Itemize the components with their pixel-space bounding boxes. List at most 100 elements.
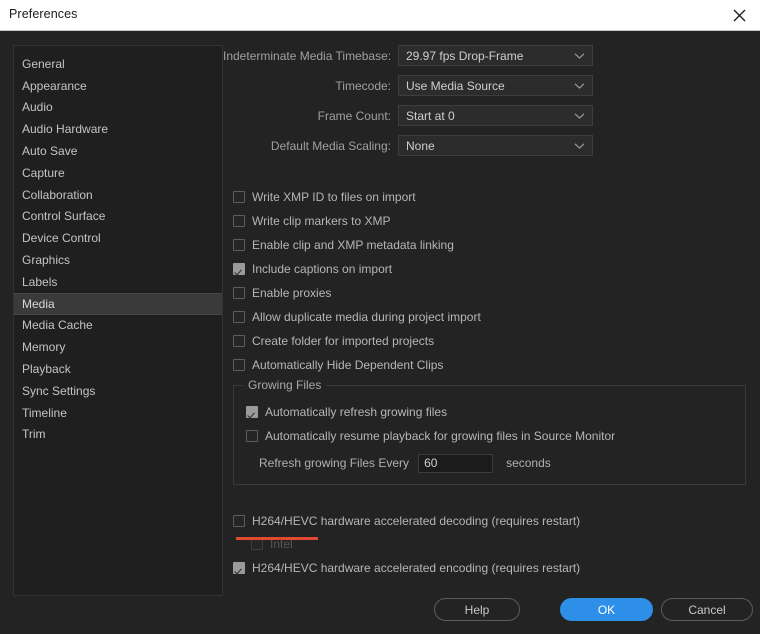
checkbox-enable-proxies[interactable] — [233, 287, 245, 299]
sidebar-item-label: Collaboration — [22, 187, 93, 202]
sidebar-item-label: Sync Settings — [22, 383, 96, 398]
checkbox-row-write-xmp-id-to-files-on-import[interactable]: Write XMP ID to files on import — [233, 188, 416, 206]
sidebar-item-audio-hardware[interactable]: Audio Hardware — [14, 118, 222, 140]
checkbox-label: Automatically Hide Dependent Clips — [252, 358, 444, 372]
checkbox-h264-hevc-hardware-accelerated-decoding-requires-res[interactable] — [233, 515, 245, 527]
checkbox-row-automatically-refresh-growing-files[interactable]: Automatically refresh growing files — [246, 403, 447, 421]
preferences-dialog-body: General Appearance Audio Audio Hardware Auto… — [0, 31, 760, 634]
sidebar-item-label: Audio — [22, 100, 53, 115]
checkbox-label: Enable clip and XMP metadata linking — [252, 238, 454, 252]
dropdown-value: 29.97 fps Drop-Frame — [406, 48, 524, 63]
field-row-default-media-scaling: Default Media Scaling: None — [223, 135, 593, 156]
sidebar-item-label: Memory — [22, 340, 66, 355]
help-button[interactable]: Help — [434, 598, 520, 621]
cancel-button[interactable]: Cancel — [661, 598, 753, 621]
checkbox-label: Automatically refresh growing files — [265, 405, 448, 419]
sidebar-item-label: Graphics — [22, 253, 71, 268]
checkbox-label: Enable proxies — [252, 286, 332, 300]
sidebar-item-capture[interactable]: Capture — [14, 162, 222, 184]
checkbox-label: Allow duplicate media during project imp… — [252, 310, 481, 324]
refresh-interval-input[interactable] — [418, 453, 494, 473]
sidebar-item-control-surface[interactable]: Control Surface — [14, 206, 222, 228]
dialog-footer: Help OK Cancel — [0, 598, 760, 634]
checkbox-label: Write XMP ID to files on import — [252, 190, 416, 204]
checkbox-row-include-captions-on-import[interactable]: Include captions on import — [233, 260, 392, 278]
checkbox-h264-hevc-hardware-accelerated-encoding-requires-res[interactable] — [233, 562, 245, 574]
dropdown-timecode[interactable]: Use Media Source — [398, 75, 593, 96]
checkbox-include-captions-on-import[interactable] — [233, 263, 245, 275]
checkbox-label: Include captions on import — [252, 262, 393, 276]
sidebar-item-label: Control Surface — [22, 209, 106, 224]
field-row-timecode: Timecode: Use Media Source — [223, 75, 593, 96]
checkbox-enable-clip-and-xmp-metadata-linking[interactable] — [233, 239, 245, 251]
sidebar-item-audio[interactable]: Audio — [14, 97, 222, 119]
chevron-down-icon — [574, 142, 585, 149]
checkbox-row-allow-duplicate-media-during-project-import[interactable]: Allow duplicate media during project imp… — [233, 308, 481, 326]
sidebar-item-auto-save[interactable]: Auto Save — [14, 140, 222, 162]
sidebar-item-playback[interactable]: Playback — [14, 358, 222, 380]
preferences-category-list[interactable]: General Appearance Audio Audio Hardware Auto… — [13, 45, 223, 596]
sidebar-item-collaboration[interactable]: Collaboration — [14, 184, 222, 206]
sidebar-item-timeline[interactable]: Timeline — [14, 402, 222, 424]
field-row-indeterminate-media-timebase: Indeterminate Media Timebase: 29.97 fps D… — [223, 45, 593, 66]
checkbox-label: Automatically resume playback for growin… — [265, 429, 616, 443]
sidebar-item-label: Trim — [22, 427, 46, 442]
dropdown-value: Use Media Source — [406, 78, 505, 93]
checkbox-row-create-folder-for-imported-projects[interactable]: Create folder for imported projects — [233, 332, 434, 350]
sidebar-item-sync-settings[interactable]: Sync Settings — [14, 380, 222, 402]
checkbox-create-folder-for-imported-projects[interactable] — [233, 335, 245, 347]
checkbox-label: H264/HEVC hardware accelerated decoding … — [252, 514, 581, 528]
field-label: Indeterminate Media Timebase: — [223, 48, 392, 63]
dropdown-value: Start at 0 — [406, 108, 455, 123]
ok-button[interactable]: OK — [560, 598, 653, 621]
checkbox-row-automatically-resume-playback-for-growing-files-in-s[interactable]: Automatically resume playback for growin… — [246, 427, 615, 445]
close-icon[interactable] — [718, 0, 760, 30]
sidebar-item-label: Appearance — [22, 78, 87, 93]
checkbox-row-h264-hevc-hardware-accelerated-decoding-requires-res[interactable]: H264/HEVC hardware accelerated decoding … — [233, 512, 580, 530]
refresh-interval-row: Refresh growing Files Every seconds — [259, 453, 551, 473]
sidebar-item-trim[interactable]: Trim — [14, 424, 222, 446]
dropdown-default-media-scaling[interactable]: None — [398, 135, 593, 156]
sidebar-item-appearance[interactable]: Appearance — [14, 75, 222, 97]
sidebar-item-memory[interactable]: Memory — [14, 336, 222, 358]
checkbox-row-write-clip-markers-to-xmp[interactable]: Write clip markers to XMP — [233, 212, 390, 230]
field-label: Default Media Scaling: — [270, 138, 391, 153]
sidebar-item-labels[interactable]: Labels — [14, 271, 222, 293]
chevron-down-icon — [574, 82, 585, 89]
sidebar-item-general[interactable]: General — [14, 53, 222, 75]
checkbox-label: H264/HEVC hardware accelerated encoding … — [252, 561, 581, 575]
dropdown-value: None — [406, 138, 435, 153]
checkbox-row-enable-proxies[interactable]: Enable proxies — [233, 284, 331, 302]
checkbox-automatically-refresh-growing-files[interactable] — [246, 406, 258, 418]
growing-files-group: Growing Files Automatically refresh grow… — [233, 378, 746, 485]
checkbox-write-xmp-id-to-files-on-import[interactable] — [233, 191, 245, 203]
window-titlebar: Preferences — [0, 0, 760, 31]
sidebar-item-label: Media — [22, 296, 55, 311]
sidebar-item-media-cache[interactable]: Media Cache — [14, 315, 222, 337]
growing-files-legend: Growing Files — [243, 378, 327, 392]
field-row-frame-count: Frame Count: Start at 0 — [223, 105, 593, 126]
checkbox-row-enable-clip-and-xmp-metadata-linking[interactable]: Enable clip and XMP metadata linking — [233, 236, 454, 254]
page-title: Preferences — [9, 7, 78, 21]
refresh-interval-label: Refresh growing Files Every — [259, 456, 410, 470]
sidebar-item-label: Auto Save — [22, 144, 78, 159]
sidebar-item-label: Playback — [22, 362, 71, 377]
sidebar-item-graphics[interactable]: Graphics — [14, 249, 222, 271]
sidebar-item-device-control[interactable]: Device Control — [14, 227, 222, 249]
sidebar-item-label: Capture — [22, 165, 65, 180]
sidebar-item-media[interactable]: Media — [14, 292, 222, 315]
dropdown-frame-count[interactable]: Start at 0 — [398, 105, 593, 126]
checkbox-row-automatically-hide-dependent-clips[interactable]: Automatically Hide Dependent Clips — [233, 356, 443, 374]
checkbox-automatically-resume-playback-for-growing-files-in-s[interactable] — [246, 430, 258, 442]
sidebar-item-label: Media Cache — [22, 318, 93, 333]
checkbox-write-clip-markers-to-xmp[interactable] — [233, 215, 245, 227]
sidebar-item-label: General — [22, 56, 65, 71]
sidebar-item-label: Audio Hardware — [22, 122, 109, 137]
checkbox-allow-duplicate-media-during-project-import[interactable] — [233, 311, 245, 323]
checkbox-row-h264-hevc-hardware-accelerated-encoding-requires-res[interactable]: H264/HEVC hardware accelerated encoding … — [233, 559, 580, 577]
checkbox-automatically-hide-dependent-clips[interactable] — [233, 359, 245, 371]
field-label: Frame Count: — [317, 108, 391, 123]
dropdown-indeterminate-media-timebase[interactable]: 29.97 fps Drop-Frame — [398, 45, 593, 66]
annotation-underline — [236, 537, 318, 540]
checkbox-label: Create folder for imported projects — [252, 334, 435, 348]
